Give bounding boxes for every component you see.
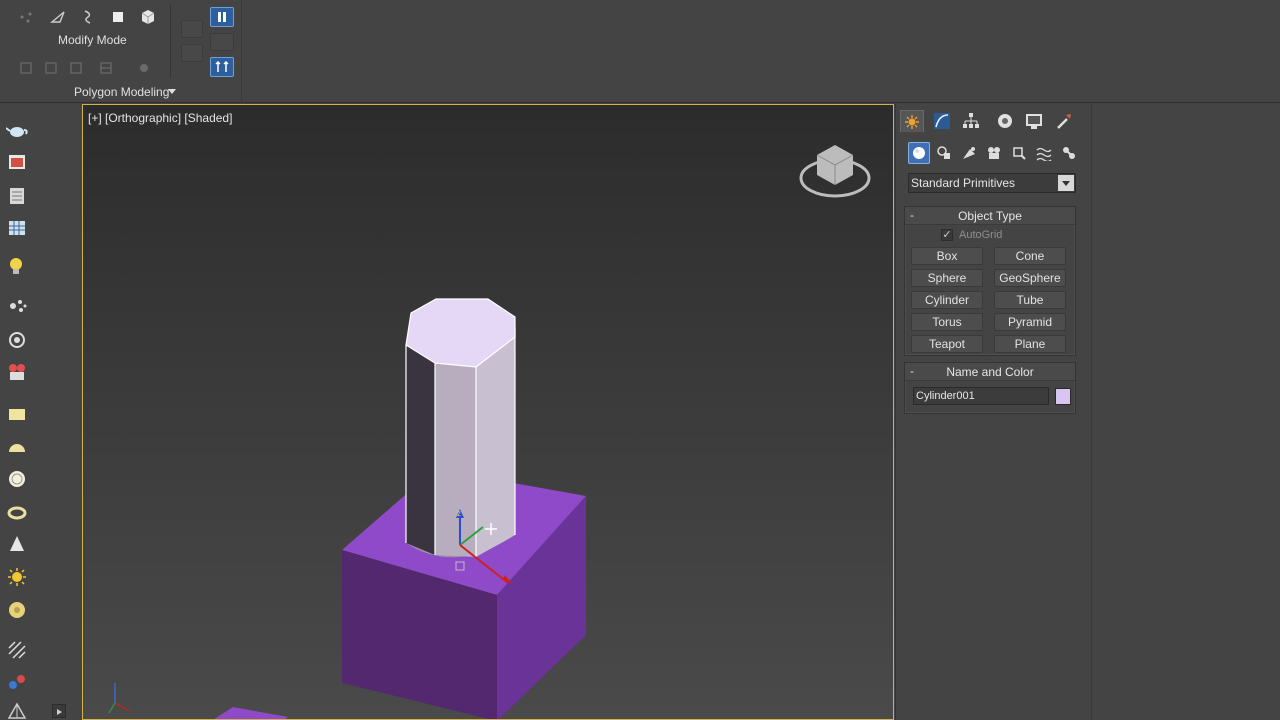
autogrid-row: ✓ AutoGrid bbox=[941, 229, 1002, 241]
sun-icon[interactable] bbox=[5, 565, 29, 589]
command-panel: Standard Primitives - Object Type ✓ Auto… bbox=[895, 104, 1092, 720]
collapse-button[interactable] bbox=[210, 33, 234, 51]
stack-up-button[interactable] bbox=[181, 20, 203, 38]
camera-icon[interactable] bbox=[5, 360, 29, 384]
border-mode-icon[interactable] bbox=[76, 7, 100, 27]
polygon-mode-icon[interactable] bbox=[106, 7, 130, 27]
light-bulb-icon[interactable] bbox=[5, 254, 29, 278]
show-end-result-icon[interactable] bbox=[210, 7, 234, 27]
torus-knot-icon[interactable] bbox=[5, 501, 29, 525]
left-command-strip bbox=[0, 104, 34, 720]
table-icon[interactable] bbox=[5, 216, 29, 240]
object-type-title: Object Type bbox=[958, 208, 1022, 223]
ribbon: Modify Mode Polygon Modeling bbox=[0, 0, 1280, 103]
sphere-object-icon[interactable] bbox=[5, 467, 29, 491]
torus-button[interactable]: Torus bbox=[911, 313, 983, 331]
teapot-button[interactable]: Teapot bbox=[911, 335, 983, 353]
hierarchy-tab-icon[interactable] bbox=[959, 110, 983, 132]
object-name-field[interactable] bbox=[913, 387, 1049, 405]
teapot-icon[interactable] bbox=[5, 118, 29, 142]
box-button[interactable]: Box bbox=[911, 247, 983, 265]
expand-arrow-button[interactable] bbox=[52, 704, 66, 718]
modify-tab-icon[interactable] bbox=[930, 110, 954, 132]
chevron-down-icon[interactable] bbox=[1058, 175, 1074, 191]
utilities-tab-icon[interactable] bbox=[1052, 110, 1076, 132]
cone-button[interactable]: Cone bbox=[994, 247, 1066, 265]
left-gap bbox=[34, 104, 82, 720]
name-and-color-rollout-header[interactable]: - Name and Color bbox=[905, 363, 1075, 381]
pin-stack-icon[interactable] bbox=[132, 58, 156, 78]
collapse-icon: - bbox=[910, 364, 914, 378]
rotate-object-icon[interactable] bbox=[5, 328, 29, 352]
particles-icon[interactable] bbox=[5, 294, 29, 318]
sphere-button[interactable]: Sphere bbox=[911, 269, 983, 287]
helper-icon[interactable] bbox=[5, 700, 29, 720]
motion-tab-icon[interactable] bbox=[993, 110, 1017, 132]
render-frame-icon[interactable] bbox=[5, 150, 29, 174]
preview-off-icon[interactable] bbox=[14, 58, 38, 78]
lights-subtab-icon[interactable] bbox=[958, 142, 980, 164]
viewcube bbox=[799, 145, 871, 198]
spacewarps-subtab-icon[interactable] bbox=[1033, 142, 1055, 164]
element-mode-icon[interactable] bbox=[136, 7, 160, 27]
perspective-viewport[interactable]: z [+] [Orthographic] [Shaded] bbox=[82, 104, 894, 720]
svg-text:z: z bbox=[457, 509, 461, 518]
modify-mode-label: Modify Mode bbox=[58, 33, 127, 47]
pyramid-button[interactable]: Pyramid bbox=[994, 313, 1066, 331]
cone-object-icon[interactable] bbox=[5, 532, 29, 556]
hemisphere-icon[interactable] bbox=[5, 436, 29, 460]
list-panel-icon[interactable] bbox=[5, 184, 29, 208]
object-type-rollout: - Object Type ✓ AutoGrid Box Cone Sphere… bbox=[904, 206, 1076, 356]
grid-icon[interactable] bbox=[5, 638, 29, 662]
polygon-modeling-dropdown-icon[interactable] bbox=[168, 89, 176, 94]
object-color-swatch[interactable] bbox=[1055, 388, 1071, 405]
tube-button[interactable]: Tube bbox=[994, 291, 1066, 309]
dynamics-icon[interactable] bbox=[5, 670, 29, 694]
scene-canvas: z bbox=[108, 145, 871, 719]
command-panel-tabs bbox=[896, 106, 1092, 134]
geometry-subtab-icon[interactable] bbox=[908, 142, 930, 164]
viewport-label[interactable]: [+] [Orthographic] [Shaded] bbox=[88, 111, 232, 125]
create-subcategory-tabs bbox=[904, 142, 1084, 164]
autogrid-label: AutoGrid bbox=[959, 229, 1003, 241]
name-and-color-rollout: - Name and Color bbox=[904, 362, 1076, 414]
disc-icon[interactable] bbox=[5, 598, 29, 622]
systems-subtab-icon[interactable] bbox=[1058, 142, 1080, 164]
preview-multi-icon[interactable] bbox=[64, 58, 88, 78]
category-dropdown[interactable]: Standard Primitives bbox=[908, 173, 1076, 193]
empty-panel-area bbox=[1091, 104, 1280, 720]
display-tab-icon[interactable] bbox=[1022, 110, 1046, 132]
helpers-subtab-icon[interactable] bbox=[1008, 142, 1030, 164]
geosphere-button[interactable]: GeoSphere bbox=[994, 269, 1066, 287]
create-tab-icon[interactable] bbox=[900, 110, 924, 132]
preview-subobject-icon[interactable] bbox=[39, 58, 63, 78]
category-dropdown-value: Standard Primitives bbox=[911, 176, 1016, 190]
plane-button[interactable]: Plane bbox=[994, 335, 1066, 353]
vertex-mode-icon[interactable] bbox=[14, 7, 38, 27]
shapes-subtab-icon[interactable] bbox=[933, 142, 955, 164]
stack-down-button[interactable] bbox=[181, 44, 203, 62]
world-axis-tripod bbox=[108, 683, 130, 714]
collapse-icon: - bbox=[910, 208, 914, 222]
plane-object-icon[interactable] bbox=[5, 402, 29, 426]
autogrid-checkbox[interactable]: ✓ bbox=[941, 229, 953, 241]
ignore-backfacing-icon[interactable] bbox=[94, 58, 118, 78]
polygon-modeling-label[interactable]: Polygon Modeling bbox=[74, 85, 169, 99]
edge-mode-icon[interactable] bbox=[46, 7, 70, 27]
object-type-rollout-header[interactable]: - Object Type bbox=[905, 207, 1075, 225]
cameras-subtab-icon[interactable] bbox=[983, 142, 1005, 164]
app-window: Modify Mode Polygon Modeling z [+] [Orth… bbox=[0, 0, 1280, 720]
name-and-color-title: Name and Color bbox=[946, 364, 1034, 379]
cylinder-button[interactable]: Cylinder bbox=[911, 291, 983, 309]
make-unique-icon[interactable] bbox=[210, 57, 234, 77]
